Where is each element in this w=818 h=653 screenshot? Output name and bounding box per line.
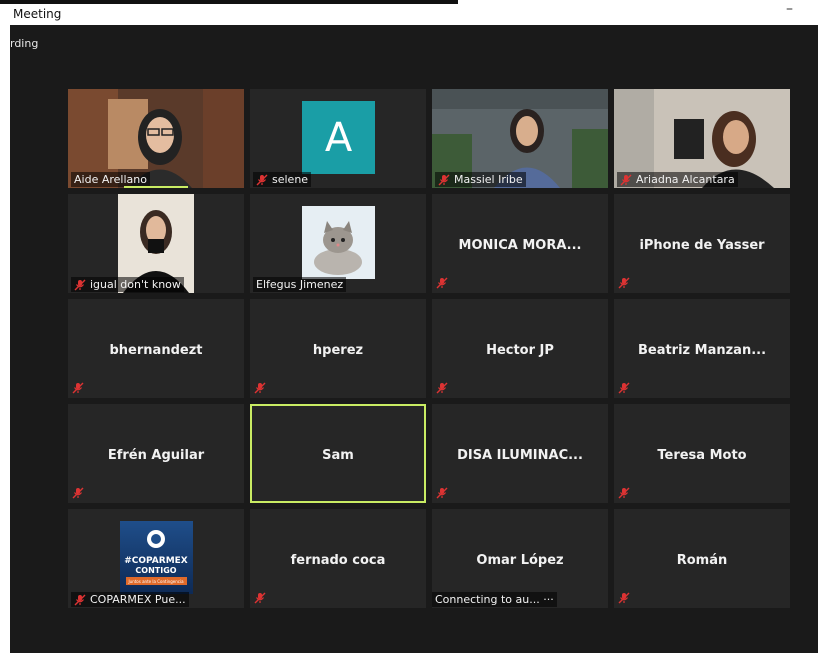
participant-tile-disa-iluminac[interactable]: DISA ILUMINAC... bbox=[432, 404, 608, 503]
muted-microphone-icon bbox=[254, 592, 266, 604]
participant-name-tag: igual don't know bbox=[71, 277, 184, 292]
participant-name-tag: Aide Arellano bbox=[71, 172, 150, 187]
participant-name: hperez bbox=[312, 343, 364, 358]
participant-tile-teresa-moto[interactable]: Teresa Moto bbox=[614, 404, 790, 503]
participant-tile-fernado-coca[interactable]: fernado coca bbox=[250, 509, 426, 608]
muted-microphone-icon bbox=[72, 487, 84, 499]
participant-name: Sam bbox=[322, 448, 354, 463]
muted-microphone-icon bbox=[74, 594, 86, 606]
participant-tile-iphone-de-yasser[interactable]: iPhone de Yasser bbox=[614, 194, 790, 293]
muted-microphone-icon bbox=[618, 592, 630, 604]
participant-name: Ariadna Alcantara bbox=[636, 173, 735, 186]
muted-microphone-icon bbox=[618, 277, 630, 289]
meeting-area: rding Aide Arellano A selene Massiel Iri… bbox=[10, 25, 818, 653]
muted-microphone-icon bbox=[256, 174, 268, 186]
kitten-avatar-image bbox=[302, 206, 375, 279]
participant-tile-selene[interactable]: A selene bbox=[250, 89, 426, 188]
participant-tile-elfegus-jimenez[interactable]: Elfegus Jimenez bbox=[250, 194, 426, 293]
participant-name: Beatriz Manzan... bbox=[637, 343, 767, 358]
participant-name: bhernandezt bbox=[109, 343, 203, 358]
participant-name: COPARMEX Pue... bbox=[90, 593, 186, 606]
muted-microphone-icon bbox=[620, 174, 632, 186]
participant-name: Omar López bbox=[476, 553, 564, 568]
participant-name: iPhone de Yasser bbox=[639, 238, 765, 253]
participant-tile-sam[interactable]: Sam bbox=[250, 404, 426, 503]
participant-tile-coparmex[interactable]: #COPARMEX CONTIGO Juntos ante la Conting… bbox=[68, 509, 244, 608]
participant-tile-roman[interactable]: Román bbox=[614, 509, 790, 608]
participant-tile-igual-dont-know[interactable]: igual don't know bbox=[68, 194, 244, 293]
participant-name-tag: COPARMEX Pue... bbox=[71, 592, 189, 607]
participant-name: DISA ILUMINAC... bbox=[457, 448, 583, 463]
participant-tile-hperez[interactable]: hperez bbox=[250, 299, 426, 398]
participant-name-tag: Massiel Iribe bbox=[435, 172, 526, 187]
minimize-button[interactable]: – bbox=[786, 2, 793, 16]
avatar: A bbox=[302, 101, 375, 174]
muted-microphone-icon bbox=[618, 487, 630, 499]
participant-tile-efren-aguilar[interactable]: Efrén Aguilar bbox=[68, 404, 244, 503]
participant-name-tag: Elfegus Jimenez bbox=[253, 277, 347, 292]
participant-tile-beatriz-manzan[interactable]: Beatriz Manzan... bbox=[614, 299, 790, 398]
window-titlebar: Meeting – bbox=[0, 0, 818, 25]
participant-name: Román bbox=[676, 553, 728, 568]
muted-microphone-icon bbox=[436, 382, 448, 394]
muted-microphone-icon bbox=[618, 382, 630, 394]
muted-microphone-icon bbox=[436, 277, 448, 289]
participant-name-tag: selene bbox=[253, 172, 312, 187]
recording-label: rding bbox=[10, 37, 39, 50]
speaking-indicator bbox=[124, 186, 188, 188]
participant-name: Hector JP bbox=[486, 343, 554, 358]
participant-name: Teresa Moto bbox=[657, 448, 747, 463]
coparmex-line1: #COPARMEX bbox=[124, 556, 188, 566]
muted-microphone-icon bbox=[436, 487, 448, 499]
muted-microphone-icon bbox=[254, 382, 266, 394]
participant-tile-aide-arellano[interactable]: Aide Arellano bbox=[68, 89, 244, 188]
coparmex-logo-image: #COPARMEX CONTIGO Juntos ante la Conting… bbox=[120, 521, 193, 594]
coparmex-line3: Juntos ante la Contingencia bbox=[127, 579, 184, 584]
participant-tile-ariadna-alcantara[interactable]: Ariadna Alcantara bbox=[614, 89, 790, 188]
participant-tile-monica-mora[interactable]: MONICA MORA... bbox=[432, 194, 608, 293]
participant-name: Aide Arellano bbox=[74, 173, 147, 186]
participant-name: Elfegus Jimenez bbox=[256, 278, 344, 291]
participant-name: MONICA MORA... bbox=[458, 238, 582, 253]
coparmex-line2: CONTIGO bbox=[135, 566, 176, 575]
participant-name: Efrén Aguilar bbox=[107, 448, 205, 463]
participant-tile-bhernandezt[interactable]: bhernandezt bbox=[68, 299, 244, 398]
window-title: Meeting bbox=[13, 7, 62, 21]
muted-microphone-icon bbox=[438, 174, 450, 186]
participant-tile-omar-lopez[interactable]: Omar López Connecting to au... ··· bbox=[432, 509, 608, 608]
titlebar-strip bbox=[0, 0, 458, 4]
participant-name: selene bbox=[272, 173, 309, 186]
participant-tile-massiel-iribe[interactable]: Massiel Iribe bbox=[432, 89, 608, 188]
participant-name: fernado coca bbox=[290, 553, 386, 568]
participant-tile-hector-jp[interactable]: Hector JP bbox=[432, 299, 608, 398]
muted-microphone-icon bbox=[74, 279, 86, 291]
audio-connecting-status: Connecting to au... ··· bbox=[432, 592, 557, 607]
participant-name-tag: Ariadna Alcantara bbox=[617, 172, 738, 187]
muted-microphone-icon bbox=[72, 382, 84, 394]
participant-name: Massiel Iribe bbox=[454, 173, 523, 186]
connection-status-text: Connecting to au... ··· bbox=[435, 593, 554, 606]
participant-name: igual don't know bbox=[90, 278, 181, 291]
